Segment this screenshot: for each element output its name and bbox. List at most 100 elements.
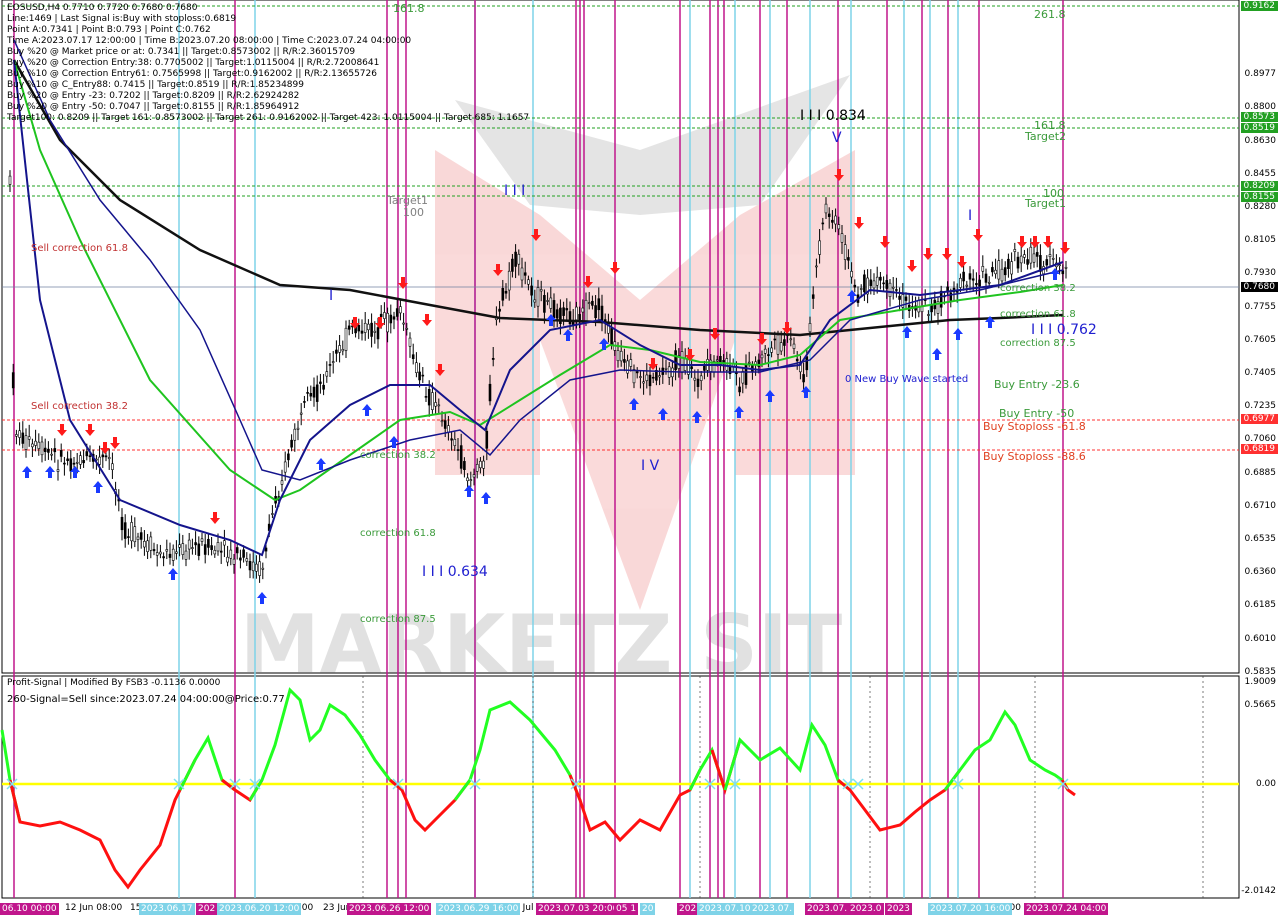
- candle-body: [469, 479, 473, 481]
- price-tick-label: 0.8280: [1244, 202, 1277, 212]
- candle-body: [658, 375, 661, 378]
- candle-body: [338, 345, 341, 353]
- candle-body: [325, 371, 329, 377]
- label-261: 261.8: [1034, 8, 1066, 21]
- candle-body: [623, 359, 626, 363]
- candle-body: [389, 314, 393, 324]
- candle-body: [370, 322, 373, 337]
- candle-body: [408, 337, 412, 347]
- candle-body: [1007, 258, 1010, 269]
- candle-body: [66, 458, 69, 461]
- price-tick-label: 0.6360: [1244, 567, 1277, 578]
- candle-body: [1010, 261, 1013, 275]
- label-100-left: 100: [403, 206, 424, 219]
- candle-body: [619, 350, 623, 362]
- candle-body: [293, 428, 297, 441]
- candle-body: [402, 322, 405, 325]
- candle-body: [1051, 257, 1055, 260]
- candle-body: [360, 330, 364, 334]
- candle-body: [575, 306, 578, 321]
- buy-arrow-icon: [45, 466, 55, 478]
- candle-body: [824, 203, 828, 214]
- candle-body: [59, 450, 63, 457]
- candle-body: [997, 260, 1001, 280]
- candle-body: [891, 286, 895, 289]
- label-target1: Target1: [1025, 197, 1067, 210]
- candle-body: [552, 300, 556, 319]
- candle-body: [312, 386, 316, 398]
- candle-body: [879, 276, 882, 281]
- candle-body: [831, 219, 834, 223]
- candle-body: [40, 441, 44, 456]
- candle-body: [1035, 252, 1039, 257]
- candle-body: [885, 280, 889, 289]
- candle-body: [136, 536, 140, 540]
- candle-body: [271, 513, 274, 515]
- sell-arrow-icon: [1017, 236, 1027, 248]
- candle-body: [283, 461, 287, 473]
- time-tag: 2023.07.24 04:00: [1024, 903, 1109, 915]
- candle-body: [258, 561, 261, 576]
- candle-body: [527, 279, 530, 285]
- candle-body: [127, 536, 130, 538]
- sell-arrow-icon: [210, 512, 220, 524]
- candle-body: [152, 549, 156, 552]
- info-line: Buy %20 @ Correction Entry:38: 0.7705002…: [7, 58, 380, 68]
- candle-body: [808, 323, 812, 333]
- info-line: Buy %10 @ Correction Entry61: 0.7565998 …: [7, 69, 377, 79]
- candle-body: [1026, 259, 1029, 265]
- candle-body: [168, 553, 172, 558]
- info-line: Target100: 0.8209 || Target 161: 0.85730…: [7, 113, 530, 123]
- candle-body: [639, 376, 642, 378]
- candle-body: [210, 545, 213, 550]
- price-tick-label: 0.7755: [1244, 301, 1277, 312]
- candle-body: [290, 439, 293, 448]
- label-161-left: 161.8: [393, 2, 425, 15]
- candle-body: [703, 365, 706, 371]
- candle-body: [491, 358, 495, 360]
- candle-body: [1013, 249, 1017, 252]
- label-correction-875-left: correction 87.5: [360, 614, 436, 625]
- wave-label-3-0762: I I I 0.762: [1031, 322, 1097, 338]
- price-tick-label: 0.5835: [1244, 666, 1277, 677]
- candle-body: [101, 454, 105, 458]
- candle-body: [181, 543, 185, 555]
- candle-body: [555, 309, 559, 319]
- info-line: Buy %20 @ Entry -23: 0.7202 || Target:0.…: [7, 91, 300, 101]
- candle-body: [763, 348, 767, 354]
- candle-body: [191, 547, 194, 549]
- label-target2: Target2: [1025, 130, 1067, 143]
- candle-body: [904, 296, 908, 301]
- label-buy-stoploss-618: Buy Stoploss -61.8: [983, 420, 1086, 433]
- buy-arrow-icon: [22, 466, 32, 478]
- candle-body: [827, 213, 831, 217]
- price-tick-label: 0.7605: [1244, 334, 1277, 345]
- candle-body: [299, 412, 303, 415]
- info-line: Line:1469 | Last Signal is:Buy with stop…: [7, 14, 237, 24]
- price-tick-label: 0.7405: [1244, 368, 1277, 378]
- price-tick-label: 0.6010: [1244, 633, 1277, 644]
- candle-body: [760, 354, 764, 359]
- candle-body: [747, 361, 751, 364]
- candle-body: [741, 371, 745, 384]
- candle-body: [955, 291, 959, 293]
- candle-body: [53, 448, 57, 453]
- candle-body: [395, 308, 399, 317]
- candle-body: [27, 436, 31, 440]
- candle-body: [139, 532, 143, 540]
- candle-body: [853, 284, 857, 288]
- candle-body: [34, 440, 37, 446]
- candle-body: [1048, 254, 1052, 258]
- candle-body: [485, 430, 489, 449]
- price-chart[interactable]: MARKETZ SIT: [0, 0, 1280, 920]
- candle-body: [319, 381, 322, 384]
- candle-body: [591, 300, 594, 306]
- candle-body: [1029, 246, 1033, 264]
- candle-body: [1061, 270, 1065, 275]
- candle-body: [18, 430, 21, 438]
- candle-body: [693, 377, 697, 381]
- candle-body: [699, 375, 703, 381]
- buy-arrow-icon: [362, 404, 372, 416]
- candle-body: [123, 522, 127, 539]
- candle-body: [466, 477, 469, 482]
